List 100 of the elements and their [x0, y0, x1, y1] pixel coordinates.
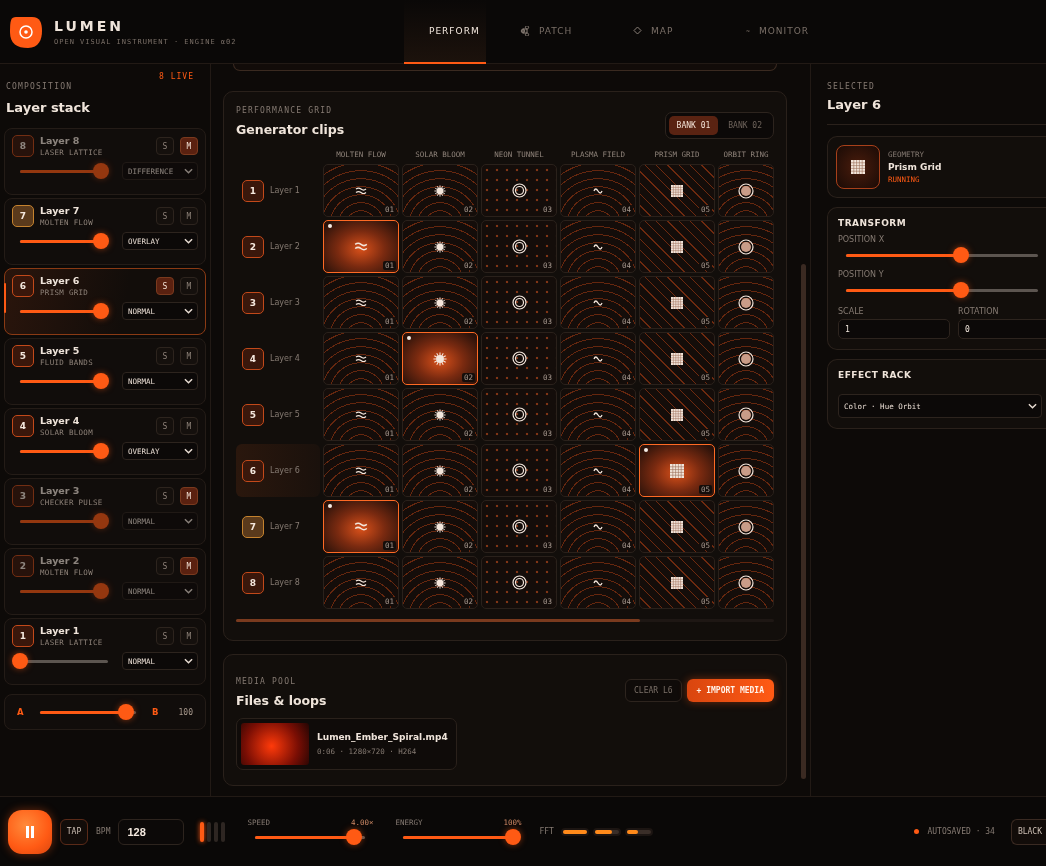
- bank-tab[interactable]: BANK 01: [668, 116, 719, 135]
- slider-thumb[interactable]: [118, 704, 135, 720]
- chevron-icon: [184, 168, 193, 174]
- ring-icon: [511, 407, 527, 422]
- solo-button[interactable]: S: [156, 487, 174, 505]
- slider-thumb[interactable]: [92, 163, 109, 179]
- pause-button[interactable]: [8, 809, 52, 854]
- bank-tab[interactable]: BANK 02: [720, 116, 770, 135]
- scrollbar-thumb[interactable]: [236, 619, 640, 622]
- layer-number: 7: [242, 515, 264, 538]
- mute-button[interactable]: M: [180, 487, 198, 505]
- mute-button[interactable]: M: [180, 277, 198, 295]
- layer-name: Layer 2: [40, 555, 81, 566]
- wave-icon: [355, 410, 367, 419]
- sunburst-icon: [434, 576, 446, 589]
- sunburst-icon: [434, 296, 446, 309]
- slider-thumb[interactable]: [92, 373, 109, 389]
- mute-button[interactable]: M: [180, 557, 198, 575]
- clip-cell[interactable]: [718, 220, 774, 273]
- solo-button[interactable]: S: [156, 137, 174, 155]
- ring-icon: [511, 519, 527, 534]
- slider-thumb[interactable]: [505, 829, 522, 845]
- deck-label: A: [17, 707, 24, 717]
- mute-button[interactable]: M: [180, 627, 198, 645]
- section-eyebrow: COMPOSITION: [6, 82, 73, 91]
- sine-icon: [593, 522, 603, 531]
- grid-icon: [671, 240, 683, 253]
- slider-thumb[interactable]: [92, 233, 109, 249]
- row-label: Layer 4: [270, 354, 300, 363]
- clip-cell[interactable]: [718, 332, 774, 385]
- solo-button[interactable]: S: [156, 207, 174, 225]
- slider-thumb[interactable]: [92, 443, 109, 459]
- ring-icon: [511, 351, 527, 366]
- section-title: TRANSFORM: [838, 218, 908, 228]
- row-label: Layer 7: [270, 522, 300, 531]
- layer-number: 3: [12, 485, 34, 507]
- solo-button[interactable]: S: [156, 557, 174, 575]
- ring-icon: [511, 183, 527, 198]
- bpm-field[interactable]: 128: [118, 818, 185, 845]
- layer-name: Layer 8: [40, 135, 81, 146]
- clip-cell[interactable]: [718, 164, 774, 217]
- grid-icon: [851, 160, 865, 174]
- solo-button[interactable]: S: [156, 277, 174, 295]
- grid-icon: [671, 576, 683, 589]
- sunburst-icon: [434, 520, 446, 533]
- clip-cell[interactable]: [718, 388, 774, 441]
- clip-cell[interactable]: [718, 500, 774, 553]
- slider-thumb[interactable]: [92, 583, 109, 599]
- solo-button[interactable]: S: [156, 627, 174, 645]
- slider-thumb[interactable]: [346, 829, 363, 845]
- wave-icon: [355, 186, 367, 195]
- chevron-icon: [184, 658, 193, 664]
- scrollbar-thumb[interactable]: [801, 264, 806, 779]
- clip-cell[interactable]: [718, 556, 774, 609]
- slider-thumb[interactable]: [953, 247, 970, 263]
- mute-button[interactable]: M: [180, 207, 198, 225]
- sine-icon: [593, 354, 603, 363]
- layer-number: 8: [242, 571, 264, 594]
- mute-button[interactable]: M: [180, 137, 198, 155]
- row-label: Layer 1: [270, 186, 300, 195]
- orbit-icon: [738, 574, 754, 591]
- layer-number: 5: [12, 345, 34, 367]
- layer-name: Layer 7: [40, 205, 81, 216]
- layer-number: 8: [12, 135, 34, 157]
- solo-button[interactable]: S: [156, 417, 174, 435]
- blackout-button[interactable]: BLACK: [1010, 818, 1046, 845]
- fft-label: FFT: [539, 827, 554, 836]
- field-label: SCALE: [838, 307, 865, 316]
- layer-number: 3: [242, 291, 264, 314]
- slider-thumb[interactable]: [953, 282, 970, 298]
- slider-thumb[interactable]: [92, 303, 109, 319]
- chevron-icon: [184, 308, 193, 314]
- clear-button[interactable]: CLEAR L6: [625, 679, 682, 702]
- orbit-icon: [738, 406, 754, 423]
- nav-tab[interactable]: MAP: [617, 0, 712, 64]
- wave-icon: [355, 298, 367, 307]
- layer-name: Layer 5: [40, 345, 81, 356]
- slider-thumb[interactable]: [12, 653, 28, 669]
- nav-tab[interactable]: PATCH: [504, 0, 599, 64]
- mute-button[interactable]: M: [180, 347, 198, 365]
- sine-icon: [593, 186, 603, 195]
- grid-icon: [670, 463, 684, 478]
- orbit-icon: [738, 350, 754, 367]
- wave-icon: [355, 466, 367, 475]
- grid-icon: [671, 408, 683, 421]
- number-field[interactable]: 1: [838, 319, 950, 339]
- clip-cell[interactable]: [718, 444, 774, 497]
- number-field[interactable]: 0: [958, 319, 1046, 339]
- slider-thumb[interactable]: [92, 513, 109, 529]
- mute-button[interactable]: M: [180, 417, 198, 435]
- grid-icon: [671, 520, 683, 533]
- nav-tab[interactable]: MONITOR: [730, 0, 825, 64]
- ring-icon: [511, 575, 527, 590]
- tap-button[interactable]: TAP: [60, 818, 88, 845]
- solo-button[interactable]: S: [156, 347, 174, 365]
- layer-number: 6: [12, 275, 34, 297]
- grid-icon: [671, 296, 683, 309]
- clip-cell[interactable]: [718, 276, 774, 329]
- panel-title: Generator clips: [236, 122, 345, 137]
- ring-icon: [511, 463, 527, 478]
